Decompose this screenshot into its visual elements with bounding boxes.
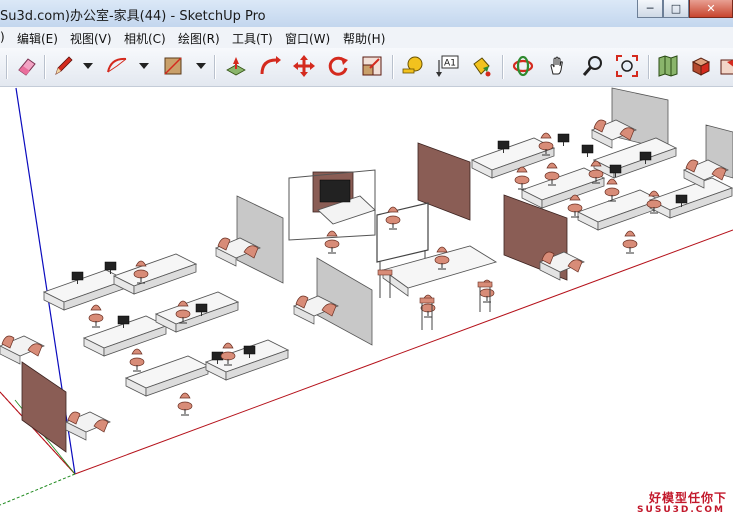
text-tool-label: A1	[444, 59, 456, 69]
close-button[interactable]: ✕	[689, 0, 733, 18]
menu-tools[interactable]: 工具(T)	[232, 30, 273, 47]
export-icon	[720, 59, 733, 75]
move-icon	[293, 55, 315, 77]
orbit-icon	[512, 55, 534, 77]
rectangle-icon	[164, 57, 182, 75]
watermark-text: 好模型任你下	[648, 491, 727, 505]
rotate-tool[interactable]	[325, 53, 351, 79]
scene-canvas[interactable]	[0, 87, 733, 518]
export-tool[interactable]	[716, 53, 733, 79]
desks	[43, 137, 733, 397]
pan-tool[interactable]	[545, 53, 571, 79]
text-tool[interactable]: A1	[434, 53, 460, 79]
push-pull-icon	[226, 57, 246, 76]
zoom-extents-icon	[616, 55, 638, 77]
zoom-extents-tool[interactable]	[614, 53, 640, 79]
text-icon: A1	[436, 55, 459, 77]
tape-measure-tool[interactable]	[400, 53, 426, 79]
paint-bucket-tool[interactable]	[468, 53, 494, 79]
follow-me-icon	[260, 56, 281, 75]
window-controls: ─ □ ✕	[637, 0, 733, 19]
scale-tool[interactable]	[359, 53, 385, 79]
move-tool[interactable]	[291, 53, 317, 79]
toolbar-separator	[648, 55, 650, 79]
menu-bar: ) 编辑(E) 视图(V) 相机(C) 绘图(R) 工具(T) 窗口(W) 帮助…	[0, 27, 733, 49]
maximize-button[interactable]: □	[663, 0, 689, 18]
map-icon	[658, 55, 678, 77]
minimize-button[interactable]: ─	[637, 0, 663, 18]
toolbar-separator	[44, 55, 46, 79]
chevron-down-icon[interactable]	[196, 63, 206, 69]
scale-icon	[362, 56, 382, 76]
zoom-tool[interactable]	[580, 53, 606, 79]
modeling-viewport[interactable]	[0, 87, 733, 518]
green-axis	[0, 473, 76, 506]
follow-me-tool[interactable]	[257, 53, 283, 79]
title-bar: Su3d.com)办公室-家具(44) - SketchUp Pro ─ □ ✕	[0, 0, 733, 28]
orbit-tool[interactable]	[510, 53, 536, 79]
zoom-icon	[582, 56, 602, 76]
push-pull-tool[interactable]	[223, 53, 249, 79]
window-title: Su3d.com)办公室-家具(44) - SketchUp Pro	[0, 9, 266, 24]
chevron-down-icon[interactable]	[139, 63, 149, 69]
chevron-down-icon[interactable]	[83, 63, 93, 69]
tape-measure-icon	[402, 56, 423, 74]
menu-camera[interactable]: 相机(C)	[124, 30, 166, 47]
menu-draw[interactable]: 绘图(R)	[178, 30, 220, 47]
paint-bucket-icon	[473, 57, 491, 77]
eraser-icon	[18, 58, 36, 76]
tool-bar: A1	[0, 48, 733, 87]
menu-help[interactable]: 帮助(H)	[343, 30, 385, 47]
toolbar-separator	[6, 55, 8, 79]
pencil-tool[interactable]	[50, 53, 76, 79]
rectangle-tool[interactable]	[160, 53, 186, 79]
components-tool[interactable]	[688, 53, 714, 79]
rotate-icon	[328, 56, 348, 76]
arc-icon	[107, 57, 127, 73]
pan-icon	[550, 56, 563, 75]
toolbar-separator	[392, 55, 394, 79]
add-location-tool[interactable]	[655, 53, 681, 79]
menu-edit[interactable]: 编辑(E)	[17, 30, 58, 47]
toolbar-separator	[214, 55, 216, 79]
eraser-tool[interactable]	[14, 53, 40, 79]
watermark-url: SUSU3D.COM	[637, 505, 725, 515]
toolbar-separator	[502, 55, 504, 79]
menu-window[interactable]: 窗口(W)	[285, 30, 330, 47]
pencil-icon	[55, 56, 73, 75]
component-icon	[691, 57, 711, 76]
menu-view[interactable]: 视图(V)	[70, 30, 112, 47]
menu-file-fragment[interactable]: )	[0, 30, 5, 44]
arc-tool[interactable]	[104, 53, 130, 79]
